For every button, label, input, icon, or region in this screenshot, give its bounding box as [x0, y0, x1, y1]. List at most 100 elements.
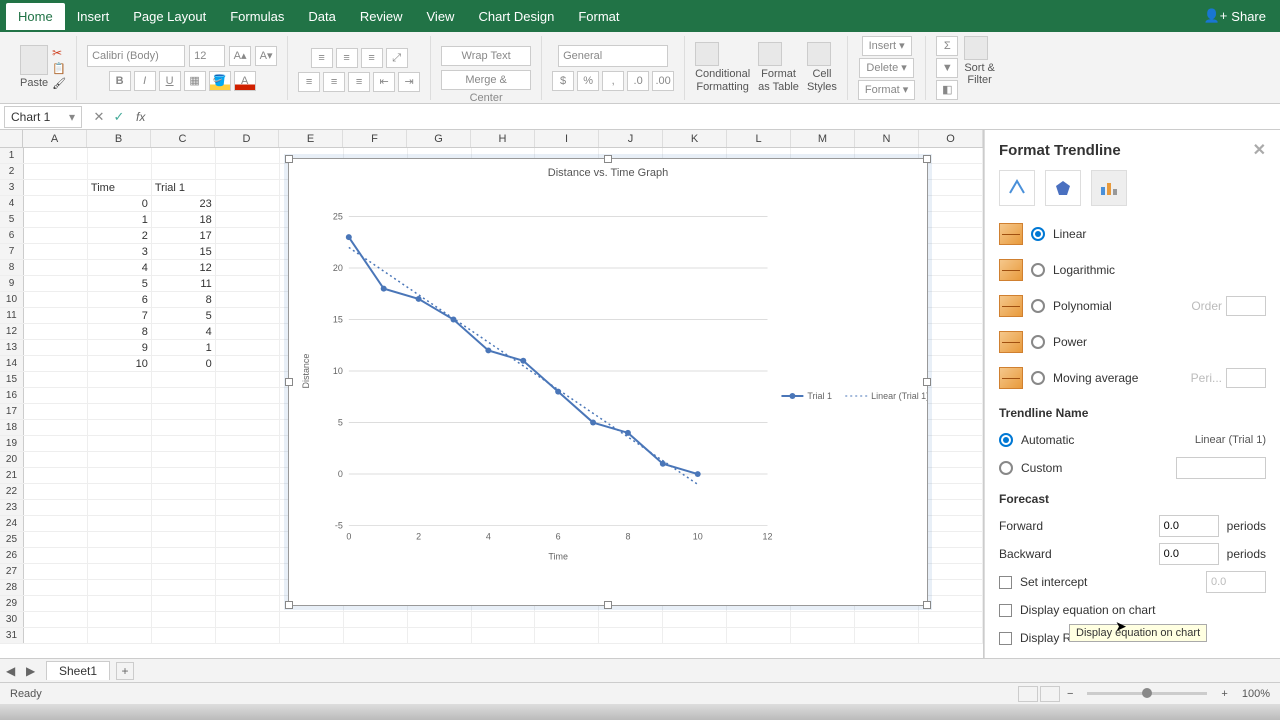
- cell[interactable]: [88, 580, 152, 595]
- col-header[interactable]: O: [919, 130, 983, 147]
- col-header[interactable]: F: [343, 130, 407, 147]
- cell[interactable]: [344, 628, 408, 643]
- cell[interactable]: [24, 612, 88, 627]
- format-cells-button[interactable]: Format ▾: [858, 80, 915, 100]
- row-header[interactable]: 21: [0, 468, 24, 483]
- cell[interactable]: [919, 308, 983, 323]
- bold-button[interactable]: B: [109, 71, 131, 91]
- row-header[interactable]: 20: [0, 452, 24, 467]
- cell[interactable]: [88, 388, 152, 403]
- cell[interactable]: [24, 564, 88, 579]
- cell[interactable]: [152, 436, 216, 451]
- cell[interactable]: [216, 196, 280, 211]
- cell[interactable]: [152, 548, 216, 563]
- cell[interactable]: 10: [88, 356, 152, 371]
- cell[interactable]: [919, 324, 983, 339]
- cell[interactable]: [791, 612, 855, 627]
- cell[interactable]: 15: [152, 244, 216, 259]
- row-header[interactable]: 4: [0, 196, 24, 211]
- cell[interactable]: [919, 484, 983, 499]
- cell[interactable]: 0: [152, 356, 216, 371]
- insert-cells-button[interactable]: Insert ▾: [862, 36, 912, 56]
- row-header[interactable]: 14: [0, 356, 24, 371]
- trendtype-radio[interactable]: [1031, 263, 1045, 277]
- cell[interactable]: [24, 596, 88, 611]
- cell[interactable]: [855, 628, 919, 643]
- col-header[interactable]: J: [599, 130, 663, 147]
- cell[interactable]: 5: [88, 276, 152, 291]
- cell[interactable]: [216, 436, 280, 451]
- clipboard-icon[interactable]: [20, 45, 48, 75]
- cell[interactable]: 5: [152, 308, 216, 323]
- cell[interactable]: 8: [152, 292, 216, 307]
- cell[interactable]: [216, 356, 280, 371]
- align-left-icon[interactable]: ≡: [298, 72, 320, 92]
- resize-handle[interactable]: [285, 601, 293, 609]
- cell[interactable]: [216, 532, 280, 547]
- cell[interactable]: 4: [88, 260, 152, 275]
- cell[interactable]: [24, 340, 88, 355]
- row-header[interactable]: 11: [0, 308, 24, 323]
- cell[interactable]: [408, 628, 472, 643]
- fill-color-button[interactable]: 🪣: [209, 71, 231, 91]
- indent-left-icon[interactable]: ⇤: [373, 72, 395, 92]
- macos-dock[interactable]: [0, 704, 1280, 720]
- indent-right-icon[interactable]: ⇥: [398, 72, 420, 92]
- copy-icon[interactable]: 📋: [52, 62, 66, 75]
- cell[interactable]: [88, 484, 152, 499]
- cell[interactable]: [152, 516, 216, 531]
- cell[interactable]: [152, 532, 216, 547]
- cell[interactable]: [919, 580, 983, 595]
- font-size-select[interactable]: [189, 45, 225, 67]
- cell[interactable]: [855, 612, 919, 627]
- font-name-select[interactable]: [87, 45, 185, 67]
- fx-label[interactable]: fx: [132, 110, 149, 124]
- col-header[interactable]: I: [535, 130, 599, 147]
- cell[interactable]: [919, 356, 983, 371]
- col-header[interactable]: B: [87, 130, 151, 147]
- cell[interactable]: 18: [152, 212, 216, 227]
- cell[interactable]: [216, 292, 280, 307]
- cell[interactable]: [24, 324, 88, 339]
- cell[interactable]: 4: [152, 324, 216, 339]
- border-button[interactable]: ▦: [184, 71, 206, 91]
- decrease-font-icon[interactable]: A▾: [255, 46, 277, 66]
- resize-handle[interactable]: [923, 155, 931, 163]
- spreadsheet-grid[interactable]: ABCDEFGHIJKLMNO 123TimeTrial 14023511862…: [0, 130, 984, 658]
- wrap-text-button[interactable]: Wrap Text: [441, 46, 531, 66]
- cell[interactable]: [216, 260, 280, 275]
- cell[interactable]: Trial 1: [152, 180, 216, 195]
- zoom-in-icon[interactable]: +: [1215, 688, 1233, 700]
- row-header[interactable]: 19: [0, 436, 24, 451]
- cell[interactable]: [472, 628, 536, 643]
- col-header[interactable]: N: [855, 130, 919, 147]
- display-r2-checkbox[interactable]: [999, 632, 1012, 645]
- resize-handle[interactable]: [923, 378, 931, 386]
- tab-page-layout[interactable]: Page Layout: [121, 3, 218, 30]
- cell[interactable]: [919, 164, 983, 179]
- cell[interactable]: [216, 596, 280, 611]
- backward-input[interactable]: [1159, 543, 1219, 565]
- clear-icon[interactable]: ◧: [936, 80, 958, 100]
- cell[interactable]: [599, 612, 663, 627]
- tab-home[interactable]: Home: [6, 3, 65, 30]
- cell[interactable]: [216, 564, 280, 579]
- underline-button[interactable]: U: [159, 71, 181, 91]
- cell[interactable]: [216, 228, 280, 243]
- cell[interactable]: [216, 148, 280, 163]
- cell[interactable]: Time: [88, 180, 152, 195]
- fill-line-tab-icon[interactable]: [999, 170, 1035, 206]
- cell[interactable]: [919, 404, 983, 419]
- cell[interactable]: [280, 628, 344, 643]
- next-sheet-icon[interactable]: ▶: [26, 664, 40, 678]
- cell[interactable]: [280, 612, 344, 627]
- row-header[interactable]: 24: [0, 516, 24, 531]
- cell[interactable]: [919, 196, 983, 211]
- col-header[interactable]: D: [215, 130, 279, 147]
- close-pane-icon[interactable]: ✕: [1253, 140, 1266, 160]
- decrease-decimal-icon[interactable]: .00: [652, 71, 674, 91]
- cell[interactable]: [152, 580, 216, 595]
- cell[interactable]: [344, 612, 408, 627]
- currency-icon[interactable]: $: [552, 71, 574, 91]
- cell[interactable]: [24, 404, 88, 419]
